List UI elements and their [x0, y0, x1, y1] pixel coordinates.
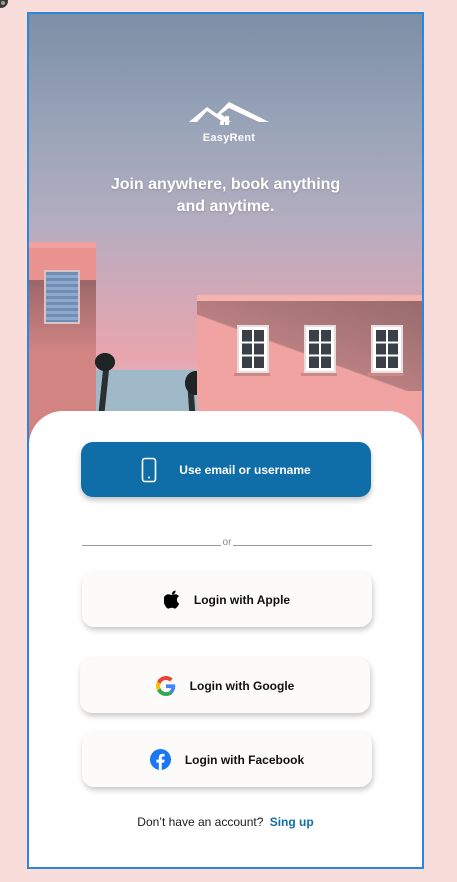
app-name: EasyRent: [202, 132, 256, 144]
apple-icon: [163, 590, 180, 609]
tagline-line-2: and anytime.: [176, 198, 275, 215]
google-icon: [155, 675, 176, 696]
apple-login-label: Login with Apple: [193, 592, 291, 607]
apple-login-button[interactable]: Login with Apple: [82, 572, 372, 627]
app-logo: EasyRent: [186, 100, 272, 152]
window: [371, 325, 403, 373]
phone-icon: [141, 457, 157, 483]
hero-image: EasyRent Join anywhere, book anything an…: [29, 14, 422, 474]
signup-prompt: Don’t have an account?: [137, 815, 264, 829]
facebook-login-button[interactable]: Login with Facebook: [82, 732, 372, 787]
phone-frame: EasyRent Join anywhere, book anything an…: [27, 12, 424, 869]
signup-link[interactable]: Sing up: [270, 815, 314, 829]
signup-row: Don’t have an account? Sing up: [29, 815, 422, 829]
facebook-login-label: Login with Facebook: [184, 752, 305, 767]
window: [237, 325, 269, 373]
tagline-line-1: Join anywhere, book anything: [110, 176, 341, 193]
email-login-button[interactable]: Use email or username: [81, 442, 371, 497]
google-login-label: Login with Google: [189, 678, 295, 693]
login-sheet: Use email or username or Login with Appl…: [29, 411, 422, 867]
shutter-window: [44, 270, 80, 324]
email-login-label: Use email or username: [179, 462, 311, 477]
window-dot: [0, 0, 8, 8]
google-login-button[interactable]: Login with Google: [80, 658, 370, 713]
facebook-icon: [149, 749, 171, 770]
or-divider: or: [82, 536, 372, 550]
divider-text: or: [222, 537, 232, 548]
tagline: Join anywhere, book anything and anytime…: [69, 174, 382, 218]
window: [304, 325, 336, 373]
house-roof-logo-icon: [189, 102, 269, 125]
